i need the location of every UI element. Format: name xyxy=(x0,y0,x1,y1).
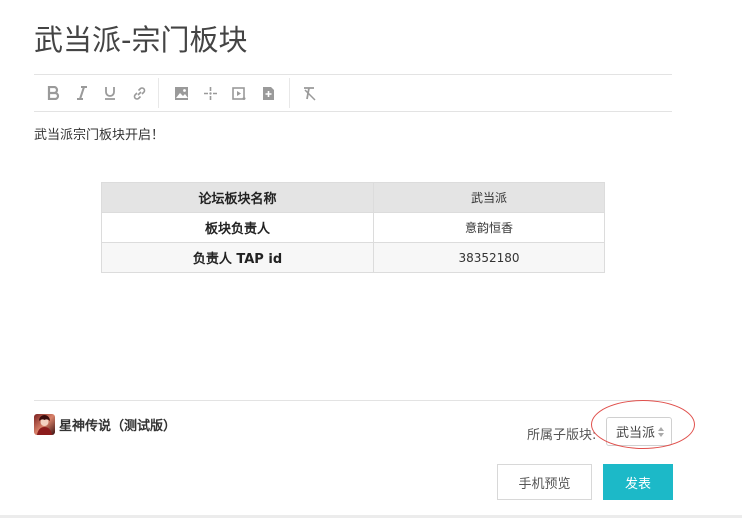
move-icon[interactable] xyxy=(198,76,222,110)
game-name: 星神传说（测试版） xyxy=(59,419,177,434)
publish-button[interactable]: 发表 xyxy=(603,464,673,500)
mobile-preview-button[interactable]: 手机预览 xyxy=(497,464,592,500)
select-arrows-icon xyxy=(658,427,664,437)
table-row: 负责人 TAP id 38352180 xyxy=(101,242,605,273)
toolbar-separator xyxy=(289,78,290,108)
table-cell-key: 板块负责人 xyxy=(101,212,374,243)
link-icon[interactable] xyxy=(127,76,151,110)
table-cell-key: 负责人 TAP id xyxy=(101,242,374,273)
sub-section-label: 所属子版块: xyxy=(527,428,597,443)
image-icon[interactable] xyxy=(169,76,193,110)
sub-section-selected-value: 武当派 xyxy=(616,426,656,441)
toolbar-separator xyxy=(158,78,159,108)
table-cell-key: 论坛板块名称 xyxy=(101,182,374,213)
post-body-text: 武当派宗门板块开启！ xyxy=(34,128,165,143)
footer-divider xyxy=(34,400,672,401)
add-file-icon[interactable] xyxy=(256,76,280,110)
clear-format-icon[interactable] xyxy=(298,76,322,110)
game-tag[interactable]: 星神传说（测试版） xyxy=(34,414,176,435)
table-row: 板块负责人 意韵恒香 xyxy=(101,212,605,243)
title-divider xyxy=(34,74,672,75)
table-cell-value: 武当派 xyxy=(373,182,605,213)
video-icon[interactable] xyxy=(227,76,251,110)
game-avatar-icon xyxy=(34,414,55,435)
bold-icon[interactable] xyxy=(41,76,65,110)
sub-section-select[interactable]: 武当派 xyxy=(606,417,672,446)
toolbar-divider xyxy=(34,111,672,112)
table-cell-value: 意韵恒香 xyxy=(373,212,605,243)
table-row: 论坛板块名称 武当派 xyxy=(101,182,605,213)
table-cell-value: 38352180 xyxy=(373,242,605,273)
post-title[interactable]: 武当派-宗门板块 xyxy=(34,20,247,60)
underline-icon[interactable] xyxy=(98,76,122,110)
italic-icon[interactable] xyxy=(70,76,94,110)
info-table: 论坛板块名称 武当派 板块负责人 意韵恒香 负责人 TAP id 3835218… xyxy=(101,182,605,273)
editor-toolbar xyxy=(34,76,672,110)
